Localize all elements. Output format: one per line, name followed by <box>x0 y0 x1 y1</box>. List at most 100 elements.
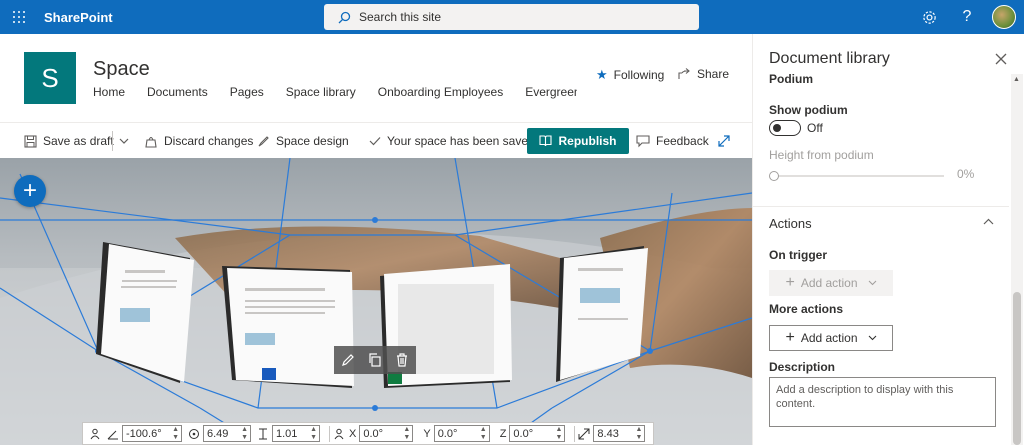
fullscreen-button[interactable] <box>718 123 730 159</box>
following-label: Following <box>613 68 665 82</box>
transform-toolbar: -100.6° ▲ ▼ 6.49 ▲ ▼ 1.01 ▲ ▼ X 0.0° ▲ ▼ Y 0.0° ▲… <box>82 422 654 445</box>
x-value: 0.0° <box>363 427 384 440</box>
nav-item-pages[interactable]: Pages <box>230 85 264 99</box>
help-icon: ? <box>962 8 972 25</box>
settings-button[interactable] <box>910 0 948 34</box>
brush-icon <box>258 135 269 146</box>
feedback-label: Feedback <box>656 134 709 148</box>
share-icon <box>678 68 690 79</box>
x-input[interactable]: 0.0° ▲ ▼ <box>359 425 414 442</box>
show-podium-label: Show podium <box>769 103 848 117</box>
web-part-toolbar <box>334 346 416 374</box>
plus-icon: + <box>785 329 795 346</box>
scene-graphic <box>0 158 752 445</box>
scale-input[interactable]: 8.43 ▲ ▼ <box>593 425 646 442</box>
actions-heading[interactable]: Actions <box>769 216 812 231</box>
share-button[interactable]: Share <box>678 67 729 81</box>
brand-link[interactable]: SharePoint <box>44 10 113 25</box>
height-value: 1.01 <box>276 427 298 440</box>
site-title[interactable]: Space <box>93 58 150 81</box>
gear-icon <box>922 10 936 24</box>
app-launcher-icon[interactable] <box>4 0 34 34</box>
angle-icon <box>107 430 118 439</box>
divider <box>329 425 330 442</box>
on-trigger-add-action-button[interactable]: + Add action <box>769 270 893 296</box>
slider-thumb[interactable] <box>769 171 779 181</box>
nav-item-home[interactable]: Home <box>93 85 125 99</box>
radius-value: 6.49 <box>207 427 229 440</box>
spin-icon[interactable]: ▲ ▼ <box>403 426 410 442</box>
spin-icon[interactable]: ▲ ▼ <box>241 426 248 442</box>
space-design-label: Space design <box>276 134 349 148</box>
nav-item-documents[interactable]: Documents <box>147 85 208 99</box>
add-web-part-button[interactable]: + <box>14 175 46 207</box>
height-slider[interactable] <box>769 171 944 181</box>
collapse-button[interactable] <box>983 216 994 228</box>
copy-icon[interactable] <box>368 353 382 367</box>
z-value: 0.0° <box>513 427 534 440</box>
more-actions-add-action-button[interactable]: + Add action <box>769 325 893 351</box>
scroll-up-icon[interactable]: ▲ <box>1013 76 1020 83</box>
add-action-label: Add action <box>800 331 858 345</box>
radius-input[interactable]: 6.49 ▲ ▼ <box>203 425 251 442</box>
nav-item-onboarding[interactable]: Onboarding Employees <box>378 85 503 99</box>
republish-label: Republish <box>558 134 617 148</box>
avatar[interactable] <box>992 5 1016 29</box>
save-draft-label: Save as draft <box>43 134 114 148</box>
z-input[interactable]: 0.0° ▲ ▼ <box>509 425 566 442</box>
space-design-button[interactable]: Space design <box>257 123 349 159</box>
more-actions-label: More actions <box>769 302 844 316</box>
save-icon <box>24 134 37 148</box>
command-divider <box>112 131 113 151</box>
search-placeholder: Search this site <box>359 10 442 24</box>
feedback-icon <box>636 134 650 147</box>
spin-icon[interactable]: ▲ ▼ <box>310 426 317 442</box>
close-button[interactable] <box>995 52 1007 70</box>
checkmark-icon <box>369 137 381 146</box>
following-button[interactable]: ★ Following <box>596 67 664 83</box>
trash-icon[interactable] <box>395 353 409 367</box>
scale-value: 8.43 <box>597 427 619 440</box>
panel-content[interactable]: Podium Show podium Off Height from podiu… <box>753 74 1009 445</box>
site-logo[interactable]: S <box>24 52 76 104</box>
y-value: 0.0° <box>437 427 458 440</box>
rotate-person-icon <box>334 428 344 439</box>
spin-icon[interactable]: ▲ ▼ <box>635 426 642 442</box>
spin-icon[interactable]: ▲ ▼ <box>480 426 487 442</box>
show-podium-toggle[interactable] <box>769 120 801 136</box>
spin-icon[interactable]: ▲ ▼ <box>172 426 179 442</box>
plus-icon: + <box>785 274 795 291</box>
republish-button[interactable]: Republish <box>527 128 629 154</box>
feedback-button[interactable]: Feedback <box>636 123 709 159</box>
save-options-button[interactable] <box>119 123 129 159</box>
add-action-label: Add action <box>800 276 858 290</box>
y-input[interactable]: 0.0° ▲ ▼ <box>433 425 490 442</box>
pencil-icon[interactable] <box>341 353 355 367</box>
spin-icon[interactable]: ▲ ▼ <box>555 426 562 442</box>
save-draft-button[interactable]: Save as draft <box>24 123 114 159</box>
command-bar: Save as draft Discard changes Space desi… <box>0 122 752 158</box>
section-heading: Podium <box>769 74 813 86</box>
expand-icon <box>718 135 730 147</box>
nav-item-evergreen[interactable]: Evergreen - Sta <box>525 85 577 99</box>
search-box[interactable]: Search this site <box>324 4 699 30</box>
saved-status-label: Your space has been saved <box>387 134 535 148</box>
nav-item-space-library[interactable]: Space library <box>286 85 356 99</box>
share-label: Share <box>697 67 730 81</box>
height-input[interactable]: 1.01 ▲ ▼ <box>272 425 320 442</box>
space-canvas[interactable]: + <box>0 158 752 445</box>
property-panel: Document library Podium Show podium Off … <box>752 34 1024 445</box>
height-from-podium-label: Height from podium <box>769 148 874 162</box>
description-textarea[interactable]: Add a description to display with this c… <box>769 377 996 427</box>
x-label: X <box>349 427 357 440</box>
panel-title: Document library <box>769 50 890 67</box>
scrollbar-thumb[interactable] <box>1013 292 1021 445</box>
chevron-down-icon <box>868 335 876 341</box>
panel-scrollbar[interactable]: ▲ <box>1011 74 1023 445</box>
help-button[interactable]: ? <box>948 0 986 34</box>
person-icon <box>90 428 100 439</box>
z-label: Z <box>499 427 507 440</box>
discard-changes-button[interactable]: Discard changes <box>144 123 253 159</box>
chevron-up-icon <box>983 218 994 225</box>
tilt-input[interactable]: -100.6° ▲ ▼ <box>122 425 182 442</box>
